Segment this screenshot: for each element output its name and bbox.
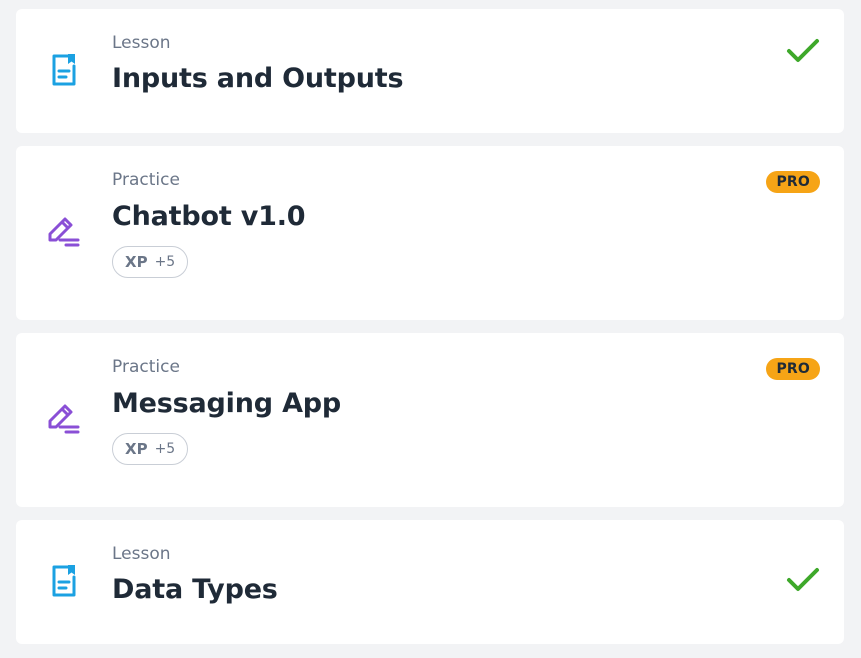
item-title: Inputs and Outputs (112, 63, 404, 94)
card-content: Lesson Data Types (112, 543, 824, 607)
pro-badge: PRO (766, 358, 820, 380)
card-content: Lesson Inputs and Outputs (112, 32, 824, 96)
lesson-card-inputs-and-outputs[interactable]: Lesson Inputs and Outputs (16, 9, 844, 133)
lesson-card-data-types[interactable]: Lesson Data Types (16, 520, 844, 644)
practice-card-chatbot[interactable]: Practice Chatbot v1.0 XP +5 PRO (16, 146, 844, 320)
item-type-label: Lesson (112, 544, 171, 564)
xp-badge: XP +5 (112, 246, 189, 278)
lesson-list: Lesson Inputs and Outputs Practice Chatb… (16, 9, 844, 657)
lesson-document-icon (46, 563, 82, 599)
item-type-label: Practice (112, 170, 180, 190)
item-title: Chatbot v1.0 (112, 201, 306, 232)
practice-pencil-icon (46, 401, 82, 437)
pro-badge: PRO (766, 171, 820, 193)
xp-value: +5 (154, 254, 176, 270)
item-type-label: Lesson (112, 33, 171, 53)
completed-check-icon (786, 566, 820, 594)
item-type-label: Practice (112, 357, 180, 377)
practice-pencil-icon (46, 214, 82, 250)
xp-value: +5 (154, 441, 176, 457)
item-title: Data Types (112, 574, 278, 605)
card-content: Practice Messaging App XP +5 (112, 356, 824, 465)
practice-card-messaging-app[interactable]: Practice Messaging App XP +5 PRO (16, 333, 844, 507)
xp-badge: XP +5 (112, 433, 189, 465)
lesson-document-icon (46, 52, 82, 88)
item-title: Messaging App (112, 388, 342, 419)
xp-label: XP (125, 440, 148, 458)
xp-label: XP (125, 253, 148, 271)
card-content: Practice Chatbot v1.0 XP +5 (112, 169, 824, 278)
completed-check-icon (786, 37, 820, 65)
